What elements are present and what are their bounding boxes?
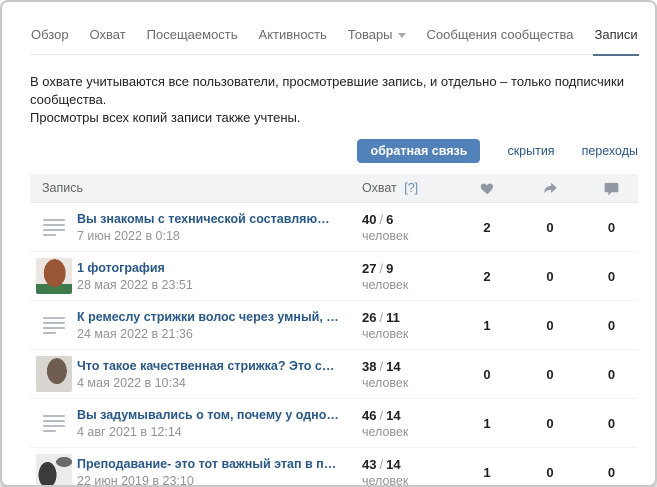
reach-slash: / [379, 457, 383, 472]
post-date: 4 авг 2021 в 12:14 [77, 425, 362, 439]
tab-posts[interactable]: Записи [593, 23, 638, 56]
likes-column-header [455, 181, 519, 196]
post-title-link[interactable]: К ремеслу стрижки волос через умный, … [77, 310, 362, 324]
reach-all-value: 27 [362, 261, 376, 276]
reach-description-line2: Просмотры всех копий записи также учтены… [30, 109, 638, 127]
comments-count: 0 [581, 367, 642, 382]
hides-filter-button[interactable]: скрытия [507, 144, 554, 158]
comments-column-header [581, 181, 642, 196]
reach-subscribers-value: 14 [386, 457, 400, 472]
reach-slash: / [379, 408, 383, 423]
reach-slash: / [379, 310, 383, 325]
comments-count: 0 [581, 318, 642, 333]
filter-bar: обратная связь скрытия переходы [30, 139, 638, 163]
reach-unit-label: человек [362, 474, 455, 487]
table-row[interactable]: Преподавание- это тот важный этап в п… 2… [30, 448, 638, 487]
post-date: 7 июн 2022 в 0:18 [77, 229, 362, 243]
shares-count: 0 [519, 367, 581, 382]
tab-community-messages[interactable]: Сообщения сообщества [426, 23, 575, 54]
likes-count: 1 [455, 416, 519, 431]
reach-all-value: 43 [362, 457, 376, 472]
stats-tab-bar: Обзор Охват Посещаемость Активность Това… [30, 2, 638, 55]
post-date: 24 мая 2022 в 21:36 [77, 327, 362, 341]
tab-overview[interactable]: Обзор [30, 23, 70, 54]
table-row[interactable]: Вы задумывались о том, почему у одно… 4 … [30, 399, 638, 448]
post-thumbnail [36, 356, 72, 392]
reach-subscribers-value: 6 [386, 212, 393, 227]
reach-unit-label: человек [362, 425, 455, 439]
likes-count: 0 [455, 367, 519, 382]
post-title-link[interactable]: 1 фотография [77, 261, 362, 275]
comments-count: 0 [581, 220, 642, 235]
shares-count: 0 [519, 220, 581, 235]
likes-count: 1 [455, 465, 519, 480]
shares-count: 0 [519, 416, 581, 431]
reach-subscribers-value: 14 [386, 359, 400, 374]
post-title-link[interactable]: Преподавание- это тот важный этап в п… [77, 457, 362, 471]
reach-unit-label: человек [362, 278, 455, 292]
post-thumbnail [36, 454, 72, 487]
tab-activity[interactable]: Активность [258, 23, 328, 54]
reach-subscribers-value: 14 [386, 408, 400, 423]
stats-window: Обзор Охват Посещаемость Активность Това… [0, 0, 657, 487]
like-icon [480, 181, 495, 196]
likes-count: 2 [455, 269, 519, 284]
reach-all-value: 46 [362, 408, 376, 423]
tab-goods[interactable]: Товары [347, 23, 407, 54]
post-title-link[interactable]: Что такое качественная стрижка? Это с… [77, 359, 362, 373]
post-title-link[interactable]: Вы задумывались о том, почему у одно… [77, 408, 362, 422]
reach-description: В охвате учитываются все пользователи, п… [30, 73, 638, 127]
text-post-icon [43, 219, 65, 236]
table-row[interactable]: К ремеслу стрижки волос через умный, … 2… [30, 301, 638, 350]
shares-count: 0 [519, 465, 581, 480]
tab-goods-label: Товары [348, 27, 393, 42]
chevron-down-icon [398, 33, 406, 38]
table-row[interactable]: Что такое качественная стрижка? Это с… 4… [30, 350, 638, 399]
table-row[interactable]: 1 фотография 28 мая 2022 в 23:51 27/9 че… [30, 252, 638, 301]
shares-count: 0 [519, 318, 581, 333]
reach-slash: / [379, 212, 383, 227]
text-post-icon [43, 415, 65, 432]
shares-count: 0 [519, 269, 581, 284]
comment-icon [604, 181, 619, 196]
reach-unit-label: человек [362, 327, 455, 341]
reach-all-value: 26 [362, 310, 376, 325]
comments-count: 0 [581, 465, 642, 480]
reach-description-line1: В охвате учитываются все пользователи, п… [30, 73, 638, 109]
share-icon [543, 181, 558, 196]
reach-column-header: Охват [362, 181, 397, 195]
posts-table-header: Запись Охват [?] [30, 174, 638, 203]
tab-reach[interactable]: Охват [89, 23, 127, 54]
reach-unit-label: человек [362, 376, 455, 390]
table-row[interactable]: Вы знакомы с технической составляю… 7 ию… [30, 203, 638, 252]
reach-unit-label: человек [362, 229, 455, 243]
reach-help-link[interactable]: [?] [404, 181, 418, 195]
post-column-header: Запись [30, 181, 362, 195]
post-date: 4 мая 2022 в 10:34 [77, 376, 362, 390]
shares-column-header [519, 181, 581, 196]
reach-subscribers-value: 11 [386, 310, 400, 325]
posts-table: Запись Охват [?] Вы знако [30, 174, 638, 487]
likes-count: 1 [455, 318, 519, 333]
comments-count: 0 [581, 269, 642, 284]
reach-slash: / [379, 359, 383, 374]
reach-subscribers-value: 9 [386, 261, 393, 276]
reach-all-value: 40 [362, 212, 376, 227]
clicks-filter-button[interactable]: переходы [582, 144, 638, 158]
text-post-icon [43, 317, 65, 334]
post-date: 28 мая 2022 в 23:51 [77, 278, 362, 292]
post-date: 22 июн 2019 в 23:10 [77, 474, 362, 487]
post-thumbnail [36, 258, 72, 294]
reach-all-value: 38 [362, 359, 376, 374]
comments-count: 0 [581, 416, 642, 431]
reach-slash: / [379, 261, 383, 276]
tab-visits[interactable]: Посещаемость [146, 23, 239, 54]
likes-count: 2 [455, 220, 519, 235]
feedback-filter-button[interactable]: обратная связь [357, 139, 480, 163]
post-title-link[interactable]: Вы знакомы с технической составляю… [77, 212, 362, 226]
